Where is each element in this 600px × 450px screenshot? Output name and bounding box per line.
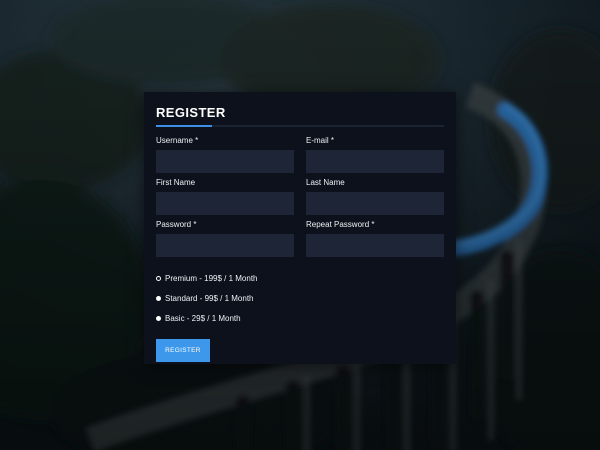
email-label: E-mail * <box>306 136 335 145</box>
plan-label-basic: Basic - 29$ / 1 Month <box>165 313 241 323</box>
page-scene: REGISTER Username * E-mail * First Name … <box>0 0 600 450</box>
repeat-password-group: Repeat Password * <box>306 220 444 262</box>
radio-button-standard[interactable] <box>156 295 161 301</box>
email-group: E-mail * <box>306 136 444 178</box>
password-group: Password * <box>156 220 294 262</box>
plan-label-premium: Premium - 199$ / 1 Month <box>165 273 258 283</box>
register-button[interactable]: REGISTER <box>156 339 210 362</box>
plan-option-premium[interactable]: Premium - 199$ / 1 Month <box>156 268 444 288</box>
radio-button-premium[interactable] <box>156 275 161 281</box>
last-name-group: Last Name <box>306 178 444 220</box>
password-label: Password * <box>156 220 197 229</box>
last-name-label: Last Name <box>306 178 345 187</box>
last-name-input[interactable] <box>306 192 444 215</box>
password-input[interactable] <box>156 234 294 257</box>
plan-options: Premium - 199$ / 1 Month Standard - 99$ … <box>156 268 444 328</box>
plan-option-standard[interactable]: Standard - 99$ / 1 Month <box>156 288 444 308</box>
register-modal: REGISTER Username * E-mail * First Name … <box>144 92 456 364</box>
repeat-password-input[interactable] <box>306 234 444 257</box>
first-name-label: First Name <box>156 178 196 187</box>
username-label: Username * <box>156 136 199 145</box>
first-name-input[interactable] <box>156 192 294 215</box>
form-fields: Username * E-mail * First Name Last Name… <box>156 136 444 262</box>
radio-button-basic[interactable] <box>156 315 161 321</box>
repeat-password-label: Repeat Password * <box>306 220 375 229</box>
email-input[interactable] <box>306 150 444 173</box>
title-accent-underline <box>156 125 212 127</box>
username-input[interactable] <box>156 150 294 173</box>
plan-label-standard: Standard - 99$ / 1 Month <box>165 293 254 303</box>
first-name-group: First Name <box>156 178 294 220</box>
plan-option-basic[interactable]: Basic - 29$ / 1 Month <box>156 308 444 328</box>
form-title: REGISTER <box>156 105 226 120</box>
username-group: Username * <box>156 136 294 178</box>
title-divider <box>156 125 444 127</box>
